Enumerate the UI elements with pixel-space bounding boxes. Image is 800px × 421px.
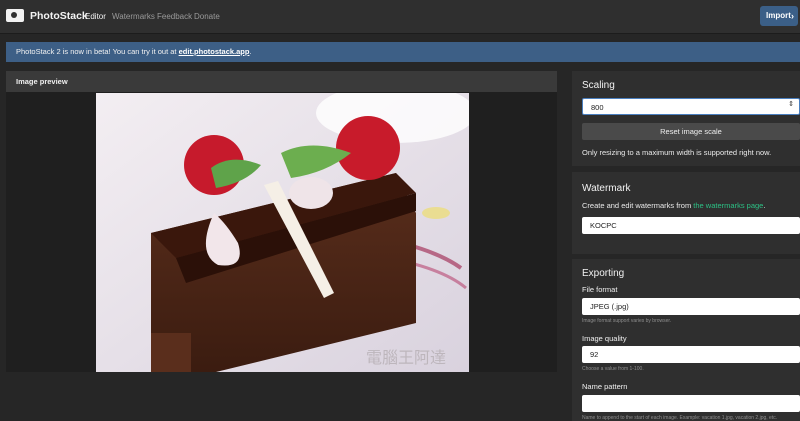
- svg-text:電腦王阿達: 電腦王阿達: [366, 349, 446, 367]
- reset-scale-button[interactable]: Reset image scale: [582, 123, 800, 140]
- name-pattern-help: Name to append to the start of each imag…: [582, 415, 778, 421]
- scaling-panel: Scaling 800 ⇕ Reset image scale Only res…: [572, 71, 800, 166]
- image-quality-label: Image quality: [582, 334, 627, 343]
- top-navbar: PhotoStack Editor Watermarks Feedback Do…: [0, 0, 800, 34]
- nav-feedback[interactable]: Feedback: [157, 12, 192, 21]
- watermark-text-suffix: .: [763, 201, 766, 210]
- import-label: Import: [766, 11, 791, 20]
- file-format-label: File format: [582, 285, 618, 294]
- beta-banner: PhotoStack 2 is now in beta! You can try…: [6, 42, 800, 62]
- image-quality-help: Choose a value from 1-100.: [582, 366, 644, 372]
- import-button[interactable]: Import ›: [760, 6, 798, 26]
- watermark-text-prefix: Create and edit watermarks from: [582, 201, 694, 210]
- exporting-panel: Exporting File format JPEG (.jpg) Image …: [572, 259, 800, 421]
- banner-suffix: .: [249, 47, 252, 56]
- chevron-right-icon: ›: [791, 11, 794, 21]
- name-pattern-label: Name pattern: [582, 382, 628, 391]
- width-input[interactable]: 800: [582, 98, 800, 115]
- beta-link[interactable]: edit.photostack.app: [179, 47, 250, 56]
- name-pattern-input[interactable]: [582, 395, 800, 412]
- nav-watermarks[interactable]: Watermarks: [112, 12, 155, 21]
- stepper-icon[interactable]: ⇕: [788, 100, 794, 108]
- scaling-title: Scaling: [582, 80, 615, 91]
- banner-text: PhotoStack 2 is now in beta! You can try…: [16, 47, 179, 56]
- file-format-help: Image format support varies by browser.: [582, 318, 672, 324]
- watermark-panel: Watermark Create and edit watermarks fro…: [572, 172, 800, 254]
- watermarks-page-link[interactable]: the watermarks page: [693, 201, 763, 210]
- image-preview-panel: Image preview 電腦王阿達: [6, 71, 557, 372]
- image-quality-input[interactable]: 92: [582, 346, 800, 363]
- exporting-title: Exporting: [582, 268, 625, 279]
- nav-editor[interactable]: Editor: [85, 12, 106, 21]
- preview-image: 電腦王阿達: [96, 93, 469, 372]
- brand-name[interactable]: PhotoStack: [30, 10, 88, 22]
- watermark-select[interactable]: KOCPC: [582, 217, 800, 234]
- watermark-title: Watermark: [582, 183, 631, 194]
- preview-title: Image preview: [6, 71, 557, 92]
- file-format-select[interactable]: JPEG (.jpg): [582, 298, 800, 315]
- watermark-text: Create and edit watermarks from the wate…: [582, 201, 765, 210]
- camera-logo-icon: [6, 9, 24, 22]
- nav-donate[interactable]: Donate: [194, 12, 220, 21]
- scaling-note: Only resizing to a maximum width is supp…: [582, 148, 772, 157]
